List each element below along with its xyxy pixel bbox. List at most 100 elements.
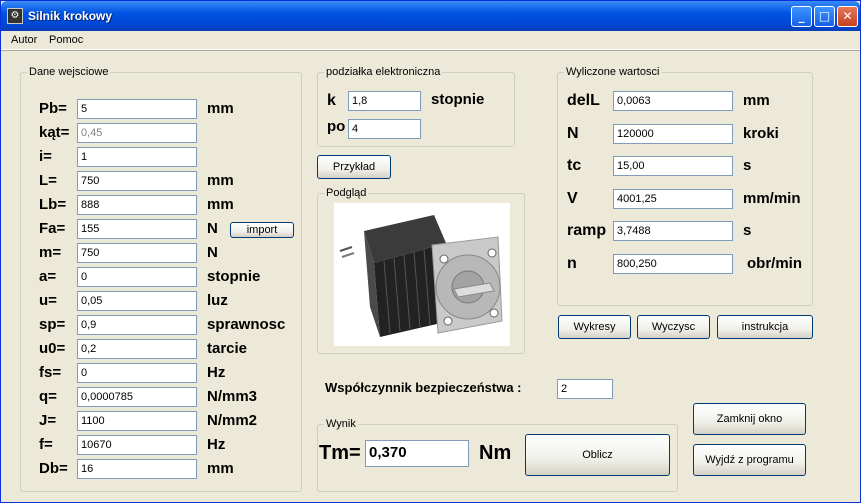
input-unit-12: N/mm3 (207, 388, 258, 405)
input-label-13: J= (39, 412, 57, 429)
input-label-14: f= (39, 436, 53, 453)
app-window: ⚙ Silnik krokowy _ □ ✕ Autor Pomoc Dane … (0, 0, 861, 503)
import-button[interactable]: import (230, 222, 294, 238)
input-field-9[interactable]: 0,9 (77, 315, 197, 335)
input-field-7[interactable]: 0 (77, 267, 197, 287)
tm-unit: Nm (479, 442, 512, 464)
stepper-motor-image (334, 203, 510, 346)
input-field-2[interactable]: 1 (77, 147, 197, 167)
minimize-button[interactable]: _ (791, 6, 812, 27)
input-label-12: q= (39, 388, 57, 405)
input-unit-6: N (207, 244, 218, 261)
input-field-8[interactable]: 0,05 (77, 291, 197, 311)
input-label-8: u= (39, 292, 57, 309)
output-field-0[interactable]: 0,0063 (613, 91, 733, 111)
tm-label: Tm= (319, 442, 361, 464)
input-field-3[interactable]: 750 (77, 171, 197, 191)
input-label-1: kąt= (39, 124, 70, 141)
window-title: Silnik krokowy (28, 9, 113, 23)
input-data-legend: Dane wejsciowe (27, 66, 111, 78)
input-label-6: m= (39, 244, 62, 261)
computed-values-legend: Wyliczone wartosci (564, 66, 662, 78)
output-label-2: tc (567, 157, 582, 174)
input-field-1[interactable]: 0,45 (77, 123, 197, 143)
electronic-scale-legend: podziałka elektroniczna (324, 66, 443, 78)
charts-button[interactable]: Wykresy (558, 315, 631, 339)
input-field-15[interactable]: 16 (77, 459, 197, 479)
po-input[interactable]: 4 (348, 119, 421, 139)
input-label-15: Db= (39, 460, 68, 477)
input-label-11: fs= (39, 364, 62, 381)
input-field-14[interactable]: 10670 (77, 435, 197, 455)
input-unit-9: sprawnosc (207, 316, 286, 333)
safety-factor-input[interactable]: 2 (557, 379, 613, 399)
menu-autor[interactable]: Autor (11, 34, 37, 46)
input-label-9: sp= (39, 316, 66, 333)
input-field-13[interactable]: 1100 (77, 411, 197, 431)
output-field-3[interactable]: 4001,25 (613, 189, 733, 209)
close-icon: ✕ (842, 9, 853, 23)
k-label: k (327, 92, 336, 109)
minimize-icon: _ (798, 9, 805, 23)
input-unit-13: N/mm2 (207, 412, 258, 429)
input-unit-0: mm (207, 100, 234, 117)
preview-legend: Podgląd (324, 187, 369, 199)
po-label: po (327, 118, 346, 135)
maximize-button[interactable]: □ (814, 6, 835, 27)
input-unit-4: mm (207, 196, 234, 213)
menu-bar: Autor Pomoc (1, 31, 860, 50)
menu-pomoc[interactable]: Pomoc (49, 34, 83, 46)
input-unit-14: Hz (207, 436, 226, 453)
output-unit-5: obr/min (747, 255, 802, 272)
app-icon: ⚙ (7, 8, 23, 24)
output-label-3: V (567, 190, 578, 207)
input-label-5: Fa= (39, 220, 66, 237)
safety-factor-label: Współczynnik bezpieczeństwa : (325, 380, 522, 395)
tm-result-field[interactable]: 0,370 (365, 440, 469, 467)
input-unit-11: Hz (207, 364, 226, 381)
output-label-1: N (567, 125, 579, 142)
output-unit-2: s (743, 157, 752, 174)
output-unit-0: mm (743, 92, 770, 109)
output-field-5[interactable]: 800,250 (613, 254, 733, 274)
exit-program-button[interactable]: Wyjdź z programu (693, 444, 806, 476)
input-field-11[interactable]: 0 (77, 363, 197, 383)
input-unit-5: N (207, 220, 218, 237)
input-label-2: i= (39, 148, 52, 165)
input-unit-7: stopnie (207, 268, 261, 285)
title-bar[interactable]: ⚙ Silnik krokowy _ □ ✕ (1, 1, 860, 31)
maximize-icon: □ (818, 9, 831, 23)
result-legend: Wynik (324, 418, 358, 430)
input-field-0[interactable]: 5 (77, 99, 197, 119)
instructions-button[interactable]: instrukcja (717, 315, 813, 339)
input-unit-15: mm (207, 460, 234, 477)
output-unit-4: s (743, 222, 752, 239)
close-window-button[interactable]: Zamknij okno (693, 403, 806, 435)
input-label-3: L= (39, 172, 57, 189)
input-field-10[interactable]: 0,2 (77, 339, 197, 359)
k-input[interactable]: 1,8 (348, 91, 421, 111)
calculate-button[interactable]: Oblicz (525, 434, 670, 476)
input-field-4[interactable]: 888 (77, 195, 197, 215)
clear-button[interactable]: Wyczysc (637, 315, 710, 339)
input-field-12[interactable]: 0,0000785 (77, 387, 197, 407)
close-button[interactable]: ✕ (837, 6, 858, 27)
example-button[interactable]: Przykład (317, 155, 391, 179)
output-label-5: n (567, 255, 577, 272)
input-label-4: Lb= (39, 196, 67, 213)
output-unit-1: kroki (743, 125, 779, 142)
input-label-7: a= (39, 268, 57, 285)
input-unit-10: tarcie (207, 340, 248, 357)
input-field-6[interactable]: 750 (77, 243, 197, 263)
output-field-1[interactable]: 120000 (613, 124, 733, 144)
input-unit-8: luz (207, 292, 228, 309)
output-label-0: delL (567, 92, 600, 109)
output-field-2[interactable]: 15,00 (613, 156, 733, 176)
output-unit-3: mm/min (743, 190, 801, 207)
k-unit: stopnie (431, 91, 485, 108)
output-label-4: ramp (567, 222, 607, 239)
input-field-5[interactable]: 155 (77, 219, 197, 239)
output-field-4[interactable]: 3,7488 (613, 221, 733, 241)
input-unit-3: mm (207, 172, 234, 189)
input-label-10: u0= (39, 340, 66, 357)
